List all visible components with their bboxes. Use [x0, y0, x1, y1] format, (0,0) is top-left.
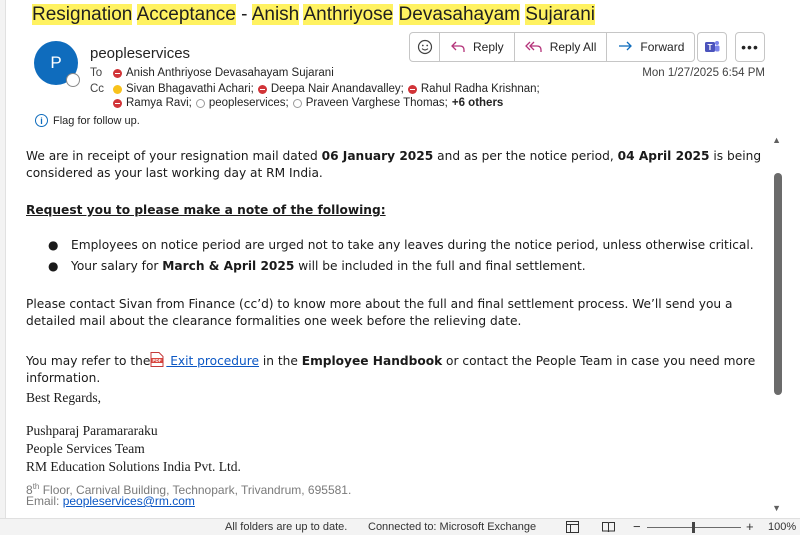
paragraph-handbook: You may refer to the PDF Exit procedure i…	[26, 352, 766, 387]
flag-infobar: i Flag for follow up.	[35, 114, 140, 127]
scroll-down-arrow-icon[interactable]: ▼	[772, 503, 781, 513]
email-label: Email:	[26, 494, 63, 508]
employee-handbook: Employee Handbook	[301, 354, 443, 368]
sent-datetime: Mon 1/27/2025 6:54 PM	[642, 67, 765, 79]
last-working-date: 04 April 2025	[617, 149, 710, 163]
message-actions-toolbar: Reply Reply All Forward	[409, 32, 696, 62]
more-recipients-link[interactable]: +6 others	[452, 97, 503, 109]
subject-word: -	[241, 4, 248, 25]
signature-team: People Services Team	[26, 441, 145, 456]
recipient[interactable]: Praveen Varghese Thomas;	[306, 97, 448, 109]
sender-name[interactable]: peopleservices	[90, 45, 190, 62]
connection-status: Connected to: Microsoft Exchange	[368, 521, 537, 533]
forward-icon	[619, 41, 633, 51]
subject-word: Anish	[251, 4, 300, 25]
more-actions-button[interactable]: •••	[735, 32, 765, 62]
list-item-text: Your salary for March & April 2025 will …	[71, 258, 586, 275]
avatar-initial: P	[50, 53, 62, 72]
signature-company: RM Education Solutions India Pvt. Ltd.	[26, 459, 241, 474]
reply-all-icon	[524, 41, 542, 52]
text: Your salary for	[71, 259, 163, 273]
scrollbar-thumb[interactable]	[774, 173, 782, 395]
presence-unknown-icon	[292, 98, 302, 108]
recipient[interactable]: Sivan Bhagavathi Achari;	[126, 83, 254, 95]
list-item: ● Employees on notice period are urged n…	[48, 237, 758, 254]
signature-email: Email: peopleservices@rm.com	[26, 493, 195, 510]
scroll-up-arrow-icon[interactable]: ▲	[772, 135, 781, 145]
reply-button[interactable]: Reply	[440, 33, 515, 61]
status-bar: All folders are up to date. Connected to…	[0, 518, 800, 535]
teams-button[interactable]: T	[697, 32, 727, 62]
emoji-icon	[417, 39, 432, 55]
regards: Best Regards,	[26, 390, 101, 405]
to-label: To	[90, 67, 103, 79]
zoom-slider-thumb[interactable]	[692, 522, 695, 533]
reply-all-label: Reply All	[549, 40, 597, 54]
cc-label: Cc	[90, 83, 105, 95]
teams-icon: T	[705, 41, 720, 52]
salary-months: March & April 2025	[162, 259, 295, 273]
presence-busy-icon	[407, 84, 417, 94]
recipient[interactable]: Deepa Nair Anandavalley;	[271, 83, 404, 95]
to-recipients: Anish Anthriyose Devasahayam Sujarani	[113, 67, 334, 79]
list-item: ● Your salary for March & April 2025 wil…	[48, 258, 758, 275]
recipient[interactable]: Ramya Ravi;	[126, 97, 192, 109]
reply-icon	[451, 41, 465, 52]
text: You may refer to the	[26, 354, 151, 368]
signature-name: Pushparaj Paramararaku	[26, 423, 158, 438]
text: will be included in the full and final s…	[294, 259, 586, 273]
presence-busy-icon	[113, 98, 122, 108]
pdf-icon: PDF	[150, 352, 164, 367]
presence-offline-icon	[66, 73, 80, 87]
reply-all-button[interactable]: Reply All	[515, 33, 608, 61]
more-dots-icon: •••	[741, 39, 759, 55]
svg-text:PDF: PDF	[153, 358, 162, 363]
zoom-level[interactable]: 100%	[768, 521, 796, 533]
paragraph-receipt: We are in receipt of your resignation ma…	[26, 148, 766, 182]
zoom-in-button[interactable]: +	[746, 519, 754, 534]
exit-procedure-link[interactable]: Exit procedure	[166, 354, 259, 368]
presence-busy-icon	[257, 84, 267, 94]
bullet-icon: ●	[48, 238, 59, 252]
resignation-date: 06 January 2025	[321, 149, 434, 163]
subject-word: Sujarani	[525, 4, 595, 25]
forward-button[interactable]: Forward	[607, 33, 694, 61]
email-subject: Resignation Acceptance - Anish Anthriyos…	[32, 3, 595, 27]
cc-recipients-line2: Ramya Ravi; peopleservices; Praveen Varg…	[113, 97, 503, 109]
info-icon: i	[35, 114, 48, 127]
presence-away-icon	[113, 84, 122, 94]
note-heading: Request you to please make a note of the…	[26, 203, 386, 217]
flag-text: Flag for follow up.	[53, 114, 140, 127]
subject-word: Devasahayam	[398, 4, 520, 25]
left-pane-edge	[0, 0, 6, 535]
recipient[interactable]: Rahul Radha Krishnan;	[421, 83, 540, 95]
paragraph-finance: Please contact Sivan from Finance (cc’d)…	[26, 297, 733, 328]
reading-view-icon[interactable]	[602, 521, 615, 533]
cc-recipients-line1: Sivan Bhagavathi Achari; Deepa Nair Anan…	[113, 83, 540, 95]
text: in the	[259, 354, 302, 368]
list-item-text: Employees on notice period are urged not…	[71, 238, 754, 252]
subject-word: Anthriyose	[303, 4, 394, 25]
presence-busy-icon	[113, 68, 122, 78]
presence-unknown-icon	[195, 98, 205, 108]
text: We are in receipt of your resignation ma…	[26, 149, 322, 163]
reply-label: Reply	[473, 40, 504, 54]
subject-word: Acceptance	[136, 4, 236, 25]
text: and as per the notice period,	[433, 149, 618, 163]
recipient[interactable]: Anish Anthriyose Devasahayam Sujarani	[126, 67, 334, 79]
sync-status: All folders are up to date.	[225, 521, 348, 533]
normal-view-icon[interactable]	[566, 521, 579, 533]
zoom-out-button[interactable]: −	[633, 519, 641, 534]
subject-word: Resignation	[32, 4, 133, 25]
email-link[interactable]: peopleservices@rm.com	[63, 494, 195, 508]
sender-avatar[interactable]: P	[34, 41, 80, 87]
reaction-button[interactable]	[410, 33, 440, 61]
bullet-icon: ●	[48, 259, 59, 273]
recipient[interactable]: peopleservices;	[209, 97, 289, 109]
svg-text:T: T	[708, 43, 713, 52]
forward-label: Forward	[640, 40, 685, 54]
